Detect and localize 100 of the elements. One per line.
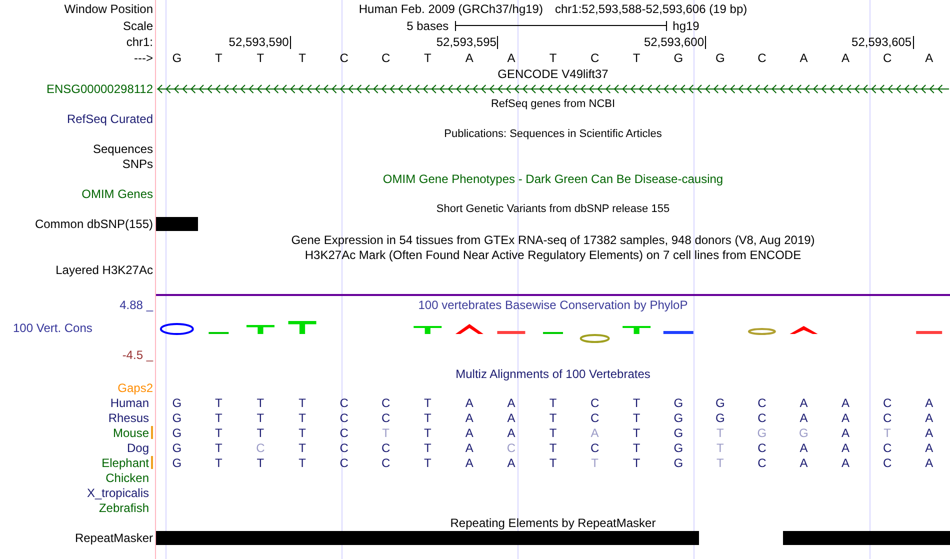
feature-block[interactable] — [156, 531, 700, 545]
row-label: chr1: — [126, 35, 153, 49]
aligned-base: A — [465, 396, 474, 410]
aligned-base: T — [632, 410, 640, 424]
track-label[interactable]: 100 Vert. Cons — [13, 322, 92, 334]
track-label[interactable]: RepeatMasker — [74, 531, 153, 545]
aligned-base: T — [549, 456, 557, 470]
aligned-base: T — [716, 440, 724, 454]
track-label[interactable]: Layered H3K27Ac — [56, 262, 153, 276]
aligned-base: G — [674, 426, 684, 440]
track-label[interactable]: RefSeq Curated — [66, 112, 153, 126]
track-label[interactable]: Common dbSNP(155) — [34, 217, 153, 231]
aligned-base: T — [632, 426, 640, 440]
aligned-base: C — [882, 396, 892, 410]
aligned-base: A — [925, 396, 934, 410]
aligned-base: C — [340, 396, 348, 410]
aligned-base: T — [298, 426, 306, 440]
base-letter: C — [758, 51, 766, 65]
feature-block[interactable] — [782, 531, 950, 545]
aligned-base: T — [256, 410, 264, 424]
aligned-base: C — [340, 410, 348, 424]
base-letter: T — [215, 51, 222, 65]
aligned-base: A — [925, 440, 934, 454]
species-label[interactable]: X_tropicalis — [86, 486, 149, 500]
species-label[interactable]: Rhesus — [108, 410, 149, 424]
aligned-base: G — [674, 440, 684, 454]
species-label[interactable]: Human — [110, 396, 149, 410]
aligned-base: G — [172, 456, 182, 470]
base-letter: A — [465, 51, 474, 65]
axis-max-label: 4.88 _ — [120, 299, 153, 311]
aligned-base: T — [215, 426, 222, 440]
track-label[interactable]: ENSG00000298112 — [46, 82, 153, 96]
aligned-base: T — [632, 456, 640, 470]
aligned-base: T — [298, 396, 306, 410]
aligned-base: C — [382, 396, 390, 410]
track-label[interactable]: OMIM Genes — [82, 186, 153, 200]
track-title: Publications: Sequences in Scientific Articles — [444, 126, 662, 140]
ruler-position: 52,593,595 — [436, 36, 498, 48]
gene-feature[interactable] — [156, 84, 950, 94]
aligned-base: G — [715, 410, 725, 424]
aligned-base: A — [800, 410, 808, 424]
base-letter: A — [925, 51, 934, 65]
aligned-base: C — [340, 440, 348, 454]
feature-block[interactable] — [156, 217, 198, 231]
ruler-position: 52,593,590 — [228, 36, 291, 48]
aligned-base: A — [465, 426, 474, 440]
species-label[interactable]: Chicken — [106, 470, 149, 484]
aligned-base: A — [800, 396, 808, 410]
aligned-base: A — [842, 426, 850, 440]
aligned-base: T — [549, 440, 557, 454]
species-label[interactable]: Mouse — [112, 426, 149, 440]
aligned-base: T — [591, 456, 598, 470]
base-letter: C — [590, 51, 600, 65]
track-title: OMIM Gene Phenotypes - Dark Green Can Be Disease-causing — [382, 172, 724, 186]
aligned-base: C — [506, 440, 516, 454]
track-title: H3K27Ac Mark (Often Found Near Active Regulatory Elements) on 7 cell lines from ENCODE — [304, 248, 802, 262]
aligned-base: G — [172, 426, 182, 440]
base-letter: T — [298, 51, 306, 65]
aligned-base: C — [590, 410, 600, 424]
aligned-base: T — [256, 426, 264, 440]
aligned-base: G — [799, 426, 808, 440]
aligned-base: T — [716, 426, 724, 440]
aligned-base: C — [590, 396, 600, 410]
base-letter: G — [172, 51, 182, 65]
aligned-base: T — [215, 396, 222, 410]
aligned-base: A — [925, 410, 934, 424]
track-title: Repeating Elements by RepeatMasker — [450, 516, 656, 530]
aligned-base: A — [842, 456, 850, 470]
base-letter: G — [715, 51, 725, 65]
species-label[interactable]: Zebrafish — [98, 500, 149, 514]
track-label[interactable]: SNPs — [122, 156, 153, 170]
base-letter: T — [632, 51, 640, 65]
aligned-base: T — [424, 396, 432, 410]
aligned-base: T — [215, 440, 222, 454]
species-label[interactable]: Elephant — [102, 456, 149, 470]
base-letter: T — [549, 51, 557, 65]
aligned-base: T — [549, 426, 557, 440]
track-title: RefSeq genes from NCBI — [490, 96, 616, 110]
aligned-base: G — [674, 410, 684, 424]
aligned-base: T — [298, 440, 306, 454]
base-letter: T — [256, 51, 264, 65]
aligned-base: A — [590, 426, 599, 440]
aligned-base: C — [758, 456, 766, 470]
aligned-base: T — [382, 426, 390, 440]
aligned-base: A — [507, 426, 516, 440]
axis-min-label: -4.5 _ — [122, 349, 153, 361]
scale-text: 5 bases — [406, 18, 449, 32]
base-letter: C — [882, 51, 892, 65]
aligned-base: T — [632, 440, 640, 454]
base-letter: C — [382, 51, 390, 65]
aligned-base: T — [215, 456, 222, 470]
aligned-base: T — [298, 410, 306, 424]
strand-label: ---> — [134, 51, 153, 65]
aligned-base: C — [758, 396, 766, 410]
track-label[interactable]: Sequences — [92, 142, 153, 156]
species-label[interactable]: Dog — [126, 440, 149, 454]
aligned-base: T — [549, 396, 557, 410]
aligned-base: T — [424, 456, 432, 470]
base-letter: A — [800, 51, 808, 65]
aligned-base: G — [674, 396, 684, 410]
